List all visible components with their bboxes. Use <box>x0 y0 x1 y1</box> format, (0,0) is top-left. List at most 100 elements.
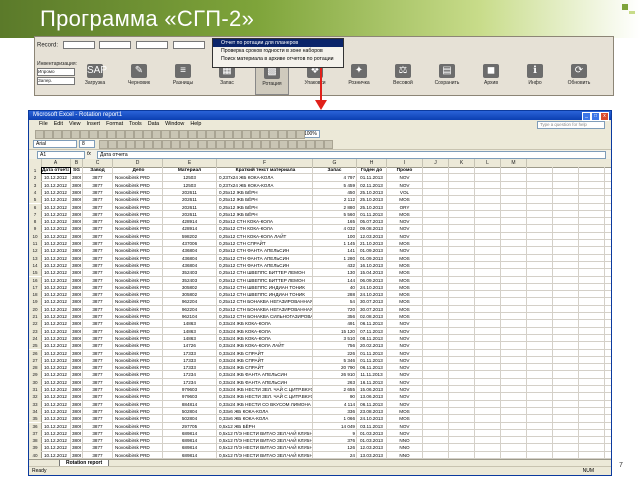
table-cell[interactable]: Novosibirsk PRD <box>114 255 162 262</box>
table-cell[interactable]: 3877 <box>84 306 111 313</box>
table-cell[interactable]: 17333 <box>164 357 215 364</box>
table-cell[interactable]: 3877 <box>84 371 111 378</box>
table-cell[interactable]: 10.12.2012 <box>42 196 69 203</box>
table-cell[interactable]: 10.12.2012 <box>42 218 69 225</box>
table-cell[interactable]: 12.03.2013 <box>358 444 385 451</box>
table-cell[interactable]: 352403 <box>164 277 215 284</box>
table-cell[interactable]: 02.11.2013 <box>358 182 385 189</box>
table-cell[interactable]: 491 <box>314 320 355 327</box>
table-cell[interactable]: 979603 <box>164 393 215 400</box>
table-cell[interactable]: 3806 <box>72 335 81 342</box>
table-cell[interactable]: 0,33x24 ЖБ НЕСТИ ЗЕЛ. ЧАЙ С ЦИТР.ВКУСОМ <box>218 393 312 400</box>
column-title-cell[interactable]: Завод <box>84 167 111 174</box>
table-cell[interactable]: 15 120 <box>314 328 355 335</box>
table-cell[interactable]: Novosibirsk PRD <box>114 342 162 349</box>
table-cell[interactable]: 90 <box>314 393 355 400</box>
table-cell[interactable]: 10.12.2012 <box>42 189 69 196</box>
table-cell[interactable]: 0,33x24 ЖБ СПРАЙТ <box>218 350 312 357</box>
table-cell[interactable]: Novosibirsk PRD <box>114 401 162 408</box>
table-cell[interactable]: 0,25x12 СТН ФАНТА АПЕЛЬСИН <box>218 262 312 269</box>
toolbar-button-icon[interactable] <box>252 140 261 149</box>
table-cell[interactable]: 3877 <box>84 350 111 357</box>
table-cell[interactable]: Novosibirsk PRD <box>114 437 162 444</box>
table-cell[interactable]: 3877 <box>84 262 111 269</box>
toolbar-button-icon[interactable] <box>261 140 270 149</box>
table-cell[interactable]: NOV <box>388 371 421 378</box>
table-cell[interactable]: 17333 <box>164 364 215 371</box>
record-field-3[interactable] <box>136 41 169 49</box>
table-cell[interactable]: NOV <box>388 342 421 349</box>
table-cell[interactable]: Novosibirsk PRD <box>114 306 162 313</box>
table-cell[interactable]: 3877 <box>84 444 111 451</box>
table-cell[interactable]: Novosibirsk PRD <box>114 328 162 335</box>
table-cell[interactable]: NOV <box>388 247 421 254</box>
table-cell[interactable]: 3877 <box>84 437 111 444</box>
table-cell[interactable]: 3806 <box>72 277 81 284</box>
table-cell[interactable]: 450 <box>314 189 355 196</box>
table-cell[interactable]: 3877 <box>84 218 111 225</box>
table-cell[interactable]: 3806 <box>72 452 81 459</box>
toolbar-button-icon[interactable] <box>108 140 117 149</box>
table-cell[interactable]: 4 114 <box>314 401 355 408</box>
sap-tool-button[interactable]: ✎ Черновик <box>123 63 155 93</box>
table-cell[interactable]: 14726 <box>164 342 215 349</box>
table-cell[interactable]: MOS <box>388 255 421 262</box>
toolbar-button-icon[interactable] <box>153 140 162 149</box>
toolbar-button-icon[interactable] <box>297 140 306 149</box>
table-cell[interactable]: 2 112 <box>314 196 355 203</box>
table-cell[interactable]: 3806 <box>72 233 81 240</box>
table-cell[interactable]: 689814 <box>164 444 215 451</box>
table-cell[interactable]: 1 066 <box>314 415 356 422</box>
table-cell[interactable]: 02.08.2013 <box>358 313 385 320</box>
table-cell[interactable]: 24.10.2013 <box>358 284 385 291</box>
table-cell[interactable]: 10.12.2012 <box>42 350 69 357</box>
table-cell[interactable]: 297705 <box>164 423 215 430</box>
table-cell[interactable]: 0,25x12 ЖБ БЁРН <box>218 189 312 196</box>
table-cell[interactable]: 305802 <box>164 284 215 291</box>
table-cell[interactable]: Novosibirsk PRD <box>114 320 162 327</box>
table-cell[interactable]: 3877 <box>84 430 111 437</box>
table-cell[interactable]: NOV <box>388 328 421 335</box>
table-cell[interactable]: NOV <box>388 357 421 364</box>
toolbar-button-icon[interactable] <box>242 130 251 139</box>
table-cell[interactable]: 4 797 <box>314 174 356 181</box>
table-cell[interactable]: 01.11.2013 <box>358 350 385 357</box>
table-cell[interactable]: 3877 <box>84 313 111 320</box>
column-title-cell[interactable]: Годен до <box>358 167 385 174</box>
table-cell[interactable]: 0,33x6 ЖБ КОКА-КОЛА <box>218 408 312 415</box>
table-cell[interactable]: 3806 <box>72 269 81 276</box>
table-cell[interactable]: 3806 <box>72 291 81 298</box>
table-cell[interactable]: 10.12.2012 <box>42 342 69 349</box>
toolbar-button-icon[interactable] <box>224 130 233 139</box>
column-title-cell[interactable]: Промо <box>388 167 421 174</box>
table-cell[interactable]: 720 <box>314 306 355 313</box>
table-cell[interactable]: 502804 <box>164 415 215 422</box>
table-cell[interactable]: 10.12.2012 <box>42 444 69 451</box>
table-cell[interactable]: 0,33x24 ЖБ ФАНТА АПЕЛЬСИН <box>218 371 312 378</box>
table-cell[interactable]: 01.03.2013 <box>358 437 385 444</box>
table-cell[interactable]: 3806 <box>72 196 81 203</box>
table-cell[interactable]: Novosibirsk PRD <box>114 452 162 459</box>
table-cell[interactable]: 0,5x12 П/Э НЕСТИ ВИТАО ЗЕЛ.ЧАЙ КЛУБН-АЛО… <box>218 444 312 451</box>
table-cell[interactable]: 11.11.2013 <box>358 371 385 378</box>
toolbar-button-icon[interactable] <box>80 130 89 139</box>
table-cell[interactable]: Novosibirsk PRD <box>114 444 162 451</box>
table-cell[interactable]: 3806 <box>72 225 81 232</box>
table-cell[interactable]: 10.12.2012 <box>42 328 69 335</box>
table-cell[interactable]: 3806 <box>72 430 81 437</box>
toolbar-button-icon[interactable] <box>116 130 125 139</box>
table-cell[interactable]: 3877 <box>84 393 111 400</box>
table-cell[interactable]: 10.12.2012 <box>42 291 69 298</box>
table-cell[interactable]: 689814 <box>164 452 215 459</box>
rotation-menu-item[interactable]: Проверка сроков годности в зоне наборов <box>213 47 343 55</box>
table-cell[interactable]: 3806 <box>72 284 81 291</box>
menu-item-view[interactable]: View <box>69 121 81 127</box>
table-cell[interactable]: 10.12.2012 <box>42 430 69 437</box>
table-cell[interactable]: Novosibirsk PRD <box>114 364 162 371</box>
table-cell[interactable]: 305802 <box>164 291 215 298</box>
table-cell[interactable]: 07.11.2013 <box>358 328 385 335</box>
table-cell[interactable]: 352403 <box>164 269 215 276</box>
table-cell[interactable]: 15.04.2013 <box>358 269 385 276</box>
table-cell[interactable]: 10.12.2012 <box>42 423 69 430</box>
toolbar-button-icon[interactable] <box>278 130 287 139</box>
